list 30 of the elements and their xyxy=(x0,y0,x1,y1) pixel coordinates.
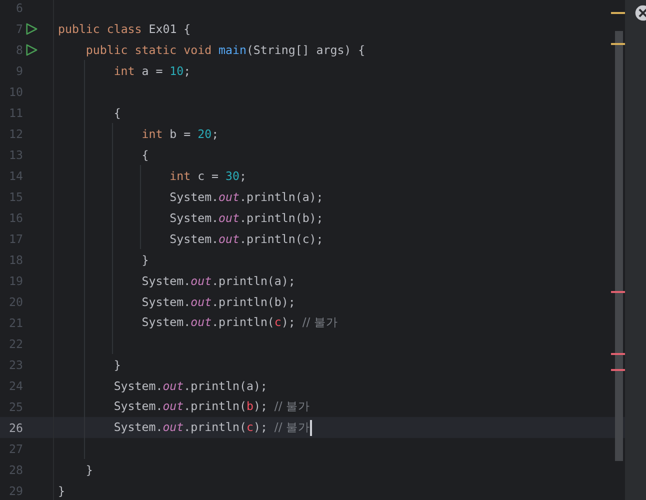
error-marker[interactable] xyxy=(611,369,625,371)
code-line: { xyxy=(142,148,149,162)
code-line: System.out.println(c); xyxy=(170,232,324,246)
code-line: System.out.println(b); xyxy=(170,210,324,224)
code-line: } xyxy=(114,358,121,372)
code-line: } xyxy=(142,252,149,266)
code-line: int b = 20; xyxy=(142,126,219,140)
code-line: System.out.println(a); xyxy=(142,274,296,288)
code-line: int c = 30; xyxy=(170,168,246,182)
code-line: { xyxy=(114,106,121,120)
code-line: } xyxy=(86,462,93,476)
run-icon[interactable] xyxy=(25,42,38,56)
warning-marker[interactable] xyxy=(611,12,625,14)
code-line: public class Ex01 { xyxy=(58,22,191,36)
code-line: System.out.println(c); // 불가 xyxy=(142,315,338,330)
code-line: System.out.println(a); xyxy=(170,190,324,204)
text-cursor xyxy=(310,420,312,436)
run-icon[interactable] xyxy=(25,22,38,36)
warning-marker[interactable] xyxy=(611,43,625,45)
scrollbar[interactable] xyxy=(615,31,623,461)
code-line: System.out.println(a); xyxy=(114,378,268,392)
code-line: System.out.println(b); // 불가 xyxy=(114,399,310,414)
code-line: int a = 10; xyxy=(114,64,191,78)
code-line: System.out.println(c); // 불가 xyxy=(114,420,310,435)
code-line: System.out.println(b); xyxy=(142,294,296,308)
code-line: } xyxy=(58,484,65,498)
code-line: public static void main(String[] args) { xyxy=(86,42,366,56)
error-marker[interactable] xyxy=(611,353,625,355)
line-number: 26 xyxy=(8,420,23,434)
error-marker[interactable] xyxy=(611,291,625,293)
